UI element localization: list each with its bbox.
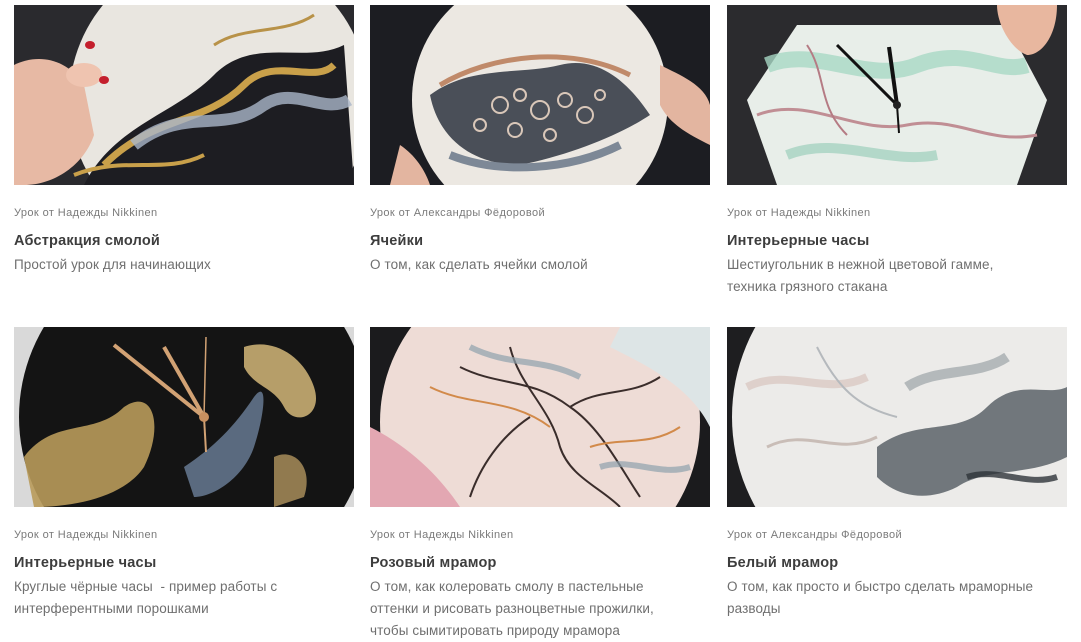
lesson-author: Урок от Надежды Nikkinen bbox=[727, 207, 871, 219]
description-line: О том, как просто и быстро сделать мрамо… bbox=[727, 579, 1034, 594]
description-line: Круглые чёрные часы - пример работы с bbox=[14, 579, 278, 594]
description-line: Простой урок для начинающих bbox=[14, 257, 211, 272]
lesson-title[interactable]: Абстракция смолой bbox=[14, 232, 354, 250]
lesson-title[interactable]: Ячейки bbox=[370, 232, 710, 250]
pink-marble-picture bbox=[370, 327, 710, 507]
description-line: О том, как сделать ячейки смолой bbox=[370, 257, 588, 272]
lesson-author: Урок от Надежды Nikkinen bbox=[14, 529, 158, 541]
lesson-card[interactable]: Урок от Александры Фёдоровой Ячейки О то… bbox=[370, 5, 710, 276]
lesson-title[interactable]: Интерьерные часы bbox=[14, 554, 354, 572]
lesson-card[interactable]: Урок от Надежды Nikkinen Интерьерные час… bbox=[727, 5, 1067, 298]
lesson-title[interactable]: Белый мрамор bbox=[727, 554, 1067, 572]
lesson-image-cells[interactable] bbox=[370, 5, 710, 185]
lesson-image-black-clock[interactable] bbox=[14, 327, 354, 507]
resin-abstraction-picture bbox=[14, 5, 354, 185]
lesson-image-hexagon-clock[interactable] bbox=[727, 5, 1067, 185]
lesson-title[interactable]: Интерьерные часы bbox=[727, 232, 1067, 250]
lesson-description: О том, как колеровать смолу в пастельные… bbox=[370, 576, 710, 642]
lesson-card[interactable]: Урок от Надежды Nikkinen Абстракция смол… bbox=[14, 5, 354, 276]
resin-cells-picture bbox=[370, 5, 710, 185]
description-line: чтобы сымитировать природу мрамора bbox=[370, 623, 620, 638]
lesson-author: Урок от Александры Фёдоровой bbox=[727, 529, 903, 541]
description-line: интерферентными порошками bbox=[14, 601, 209, 616]
lesson-description: Простой урок для начинающих bbox=[14, 254, 354, 276]
lesson-description: Круглые чёрные часы - пример работы с ин… bbox=[14, 576, 354, 620]
black-clock-picture bbox=[14, 327, 354, 507]
lesson-card[interactable]: Урок от Надежды Nikkinen Розовый мрамор … bbox=[370, 327, 710, 642]
description-line: разводы bbox=[727, 601, 781, 616]
lesson-author: Урок от Надежды Nikkinen bbox=[370, 529, 514, 541]
description-line: оттенки и рисовать разноцветные прожилки… bbox=[370, 601, 654, 616]
white-marble-picture bbox=[727, 327, 1067, 507]
lesson-description: О том, как просто и быстро сделать мрамо… bbox=[727, 576, 1067, 620]
lesson-image-white-marble[interactable] bbox=[727, 327, 1067, 507]
description-line: Шестиугольник в нежной цветовой гамме, bbox=[727, 257, 994, 272]
lesson-description: О том, как сделать ячейки смолой bbox=[370, 254, 710, 276]
lesson-description: Шестиугольник в нежной цветовой гамме, т… bbox=[727, 254, 1067, 298]
lesson-author: Урок от Александры Фёдоровой bbox=[370, 207, 546, 219]
lesson-image-pink-marble[interactable] bbox=[370, 327, 710, 507]
hexagon-clock-picture bbox=[727, 5, 1067, 185]
description-line: О том, как колеровать смолу в пастельные bbox=[370, 579, 644, 594]
lesson-image-abstraction[interactable] bbox=[14, 5, 354, 185]
description-line: техника грязного стакана bbox=[727, 279, 888, 294]
lesson-author: Урок от Надежды Nikkinen bbox=[14, 207, 158, 219]
lesson-title[interactable]: Розовый мрамор bbox=[370, 554, 710, 572]
lesson-card[interactable]: Урок от Надежды Nikkinen Интерьерные час… bbox=[14, 327, 354, 620]
lesson-card[interactable]: Урок от Александры Фёдоровой Белый мрамо… bbox=[727, 327, 1067, 620]
